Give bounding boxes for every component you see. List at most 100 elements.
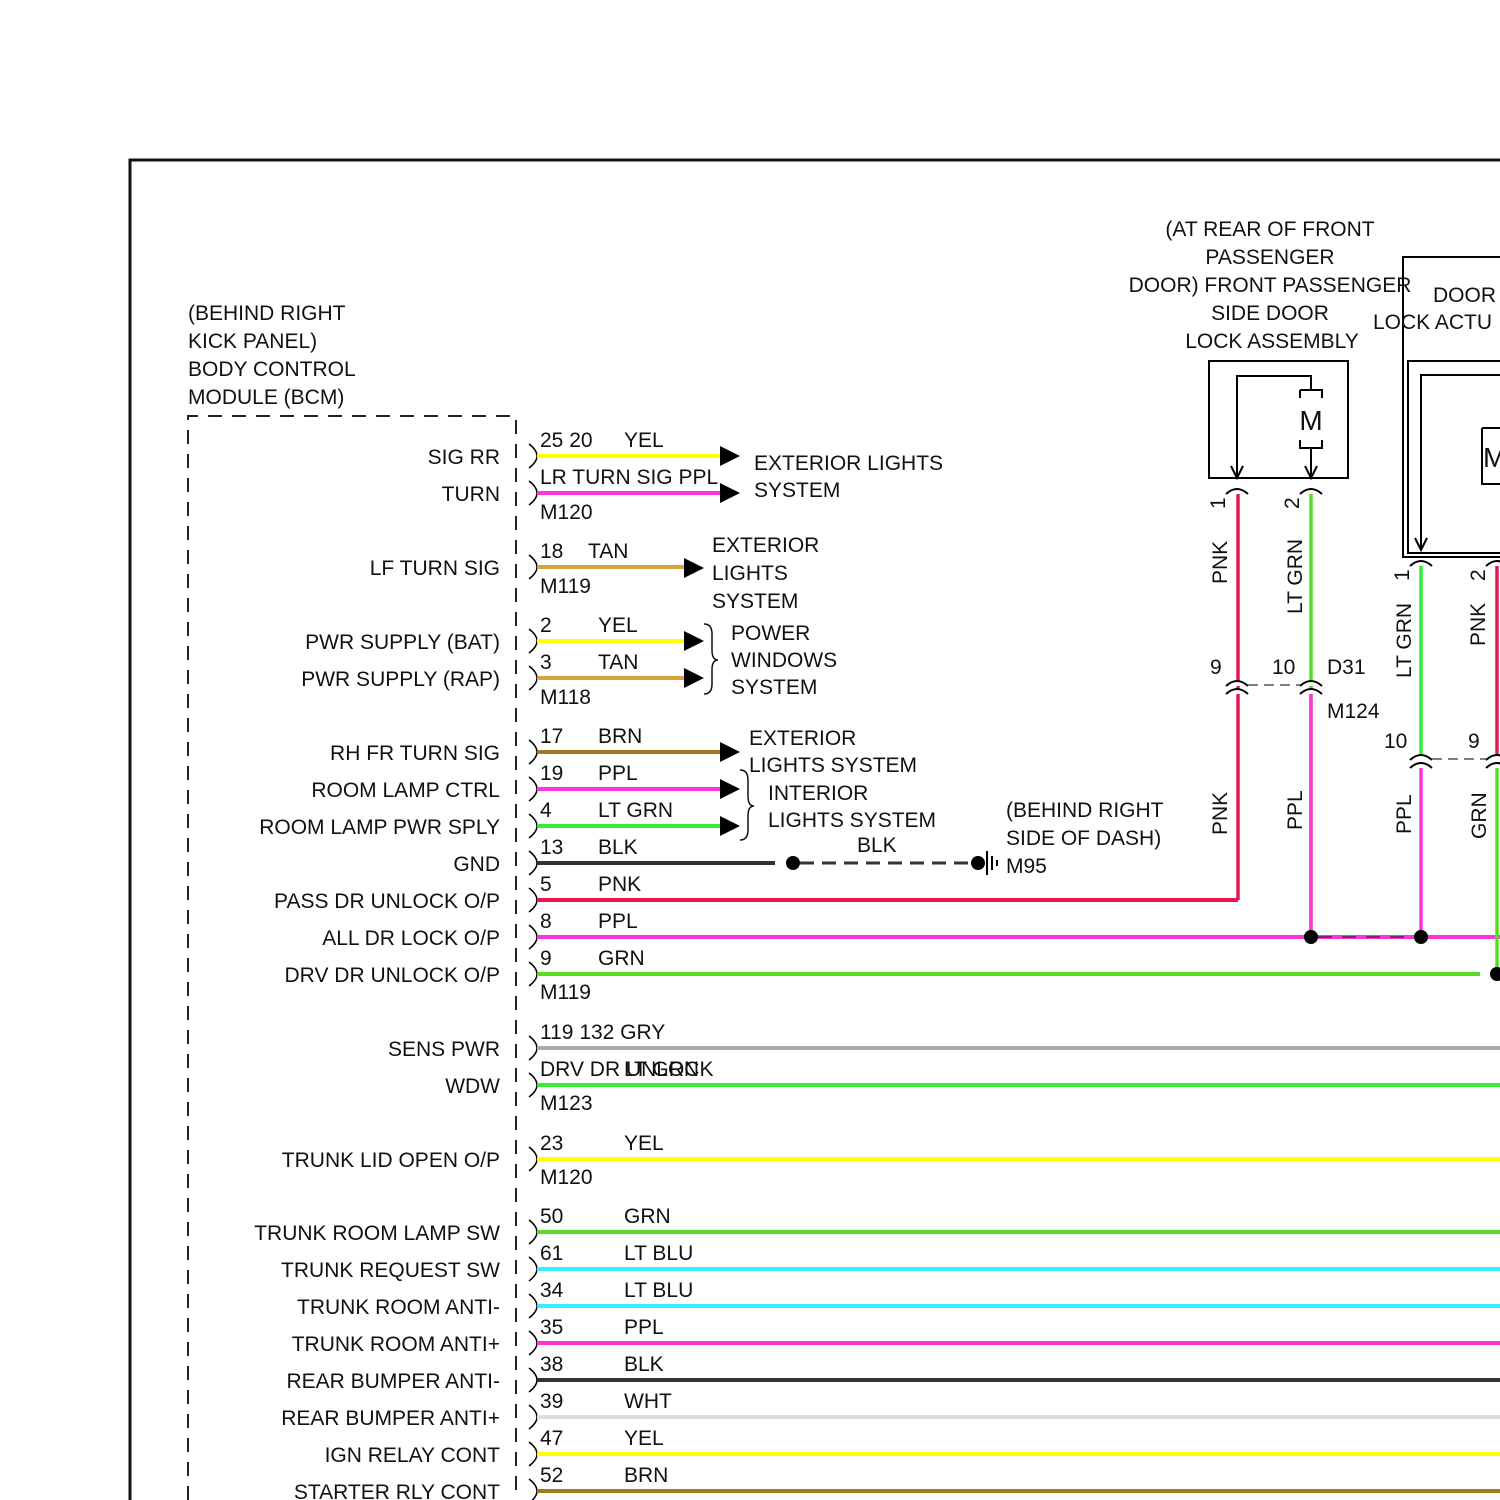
connector-terminal-mark	[528, 1035, 538, 1061]
pin-number: 19	[540, 762, 563, 785]
svg-text:EXTERIOR: EXTERIOR	[749, 727, 856, 750]
wiring-diagram: (BEHIND RIGHT KICK PANEL) BODY CONTROL M…	[128, 158, 1500, 1500]
brace-power-windows	[703, 623, 719, 695]
svg-text:LOCK ASSEMBLY: LOCK ASSEMBLY	[1185, 330, 1359, 353]
pin-number: 23	[540, 1132, 563, 1155]
bcm-pin-label: TURN	[442, 483, 500, 506]
pin-number: 50	[540, 1205, 563, 1228]
bcm-pin-label: IGN RELAY CONT	[325, 1444, 501, 1467]
bcm-pin-label: ROOM LAMP CTRL	[311, 779, 500, 802]
connector-terminal-mark	[528, 1367, 538, 1393]
connector-terminal-mark	[528, 1256, 538, 1282]
bcm-pin-label: PWR SUPPLY (BAT)	[305, 631, 500, 654]
connector-terminal-mark	[528, 1478, 538, 1500]
svg-text:2: 2	[1281, 497, 1304, 509]
wire-color-name: GRN	[598, 947, 645, 970]
wire-color-name: BRN	[598, 725, 642, 748]
svg-text:2: 2	[1467, 569, 1490, 581]
pin-number: 13	[540, 836, 563, 859]
bcm-pin-label: RH FR TURN SIG	[330, 742, 500, 765]
brace-interior-lights	[739, 769, 755, 841]
connector-terminal-mark	[528, 1330, 538, 1356]
svg-text:DOOR) FRONT PASSENGER: DOOR) FRONT PASSENGER	[1129, 274, 1412, 297]
wire-color-name: PNK	[598, 873, 641, 896]
wire-color-name: TAN	[598, 651, 638, 674]
wire-color-name: LT BLU	[624, 1242, 693, 1265]
connector-terminal-mark	[528, 813, 538, 839]
svg-text:M: M	[1483, 442, 1500, 473]
pin-number: 34	[540, 1279, 564, 1302]
connector-terminal-mark	[528, 665, 538, 691]
svg-text:10: 10	[1272, 656, 1295, 679]
svg-text:EXTERIOR LIGHTS: EXTERIOR LIGHTS	[754, 452, 943, 475]
svg-text:BODY CONTROL: BODY CONTROL	[188, 358, 356, 381]
wire-color-name: PPL	[598, 910, 638, 933]
bcm-pin-label: ROOM LAMP PWR SPLY	[259, 816, 500, 839]
connector-terminal-mark	[528, 739, 538, 765]
connector-terminal-mark	[528, 1293, 538, 1319]
bcm-title: (BEHIND RIGHT KICK PANEL) BODY CONTROL M…	[188, 302, 356, 409]
door-lock-actuator: DOOR LOCK ACTU M 1 2 LT GRN PNK 10 9 PPL…	[1318, 256, 1500, 981]
svg-text:M123: M123	[540, 1092, 593, 1115]
bcm-pin-label: WDW	[445, 1075, 500, 1098]
svg-text:1: 1	[1391, 569, 1414, 581]
svg-text:DOOR: DOOR	[1433, 284, 1496, 307]
front-passenger-lock-assembly: (AT REAR OF FRONT PASSENGER DOOR) FRONT …	[1129, 218, 1412, 944]
pin-number: 119 132 GRY	[540, 1021, 665, 1044]
pin-number: 18	[540, 540, 563, 563]
wire-color-name: BRN	[624, 1464, 668, 1487]
svg-text:D31: D31	[1327, 656, 1366, 679]
bcm-pin-label: SIG RR	[428, 446, 500, 469]
connector-terminal-mark	[528, 850, 538, 876]
svg-text:SIDE DOOR: SIDE DOOR	[1211, 302, 1329, 325]
bcm-pin-label: LF TURN SIG	[370, 557, 500, 580]
pin-number: LR TURN SIG PPL	[540, 466, 718, 489]
wire-color-name: BLK	[598, 836, 638, 859]
svg-text:LOCK ACTU: LOCK ACTU	[1373, 311, 1492, 334]
svg-text:LIGHTS: LIGHTS	[712, 562, 788, 585]
bcm-wires: 25 20 YELLR TURN SIG PPL18 TAN2 YEL3 TAN17 BR…	[528, 429, 1500, 1500]
pin-number: 9	[540, 947, 552, 970]
ground-id: M95	[1006, 855, 1047, 878]
connector-terminal-mark	[528, 1441, 538, 1467]
wire-color-name: TAN	[588, 540, 628, 563]
connector-terminal-mark	[528, 554, 538, 580]
svg-text:SIDE OF DASH): SIDE OF DASH)	[1006, 827, 1161, 850]
bcm-pin-label: TRUNK REQUEST SW	[281, 1259, 500, 1282]
bcm-pin-label: PWR SUPPLY (RAP)	[301, 668, 500, 691]
wire-color-name: LT BLU	[624, 1279, 693, 1302]
wire-color-name: PPL	[624, 1316, 664, 1339]
bcm-pin-label: TRUNK ROOM ANTI-	[297, 1296, 500, 1319]
pin-number: 8	[540, 910, 552, 933]
svg-text:(BEHIND RIGHT: (BEHIND RIGHT	[188, 302, 346, 325]
bcm-pin-label: REAR BUMPER ANTI-	[286, 1370, 500, 1393]
bcm-pin-label: SENS PWR	[388, 1038, 500, 1061]
svg-text:PNK: PNK	[1209, 792, 1232, 835]
bcm-pin-label: REAR BUMPER ANTI+	[281, 1407, 500, 1430]
bcm-pin-label: TRUNK ROOM ANTI+	[292, 1333, 500, 1356]
svg-text:MODULE (BCM): MODULE (BCM)	[188, 386, 344, 409]
svg-text:(AT REAR OF FRONT: (AT REAR OF FRONT	[1165, 218, 1374, 241]
wire-color-name: PPL	[598, 762, 638, 785]
pin-number: 5	[540, 873, 552, 896]
pin-number: 3	[540, 651, 552, 674]
bcm-pin-label: DRV DR UNLOCK O/P	[285, 964, 501, 987]
connector-terminal-mark	[528, 443, 538, 469]
svg-text:LT GRN: LT GRN	[1393, 603, 1416, 678]
wire-color-name: YEL	[598, 614, 638, 637]
pin-number: 4	[540, 799, 552, 822]
pin-number: 35	[540, 1316, 563, 1339]
connector-terminal-mark	[528, 1404, 538, 1430]
svg-text:POWER: POWER	[731, 622, 810, 645]
connector-terminal-mark	[528, 961, 538, 987]
svg-text:LT GRN: LT GRN	[1284, 539, 1307, 614]
pin-number: 17	[540, 725, 563, 748]
pin-number: 2	[540, 614, 552, 637]
motor-symbol: M	[1299, 405, 1322, 436]
pin-number: 52	[540, 1464, 563, 1487]
svg-text:M120: M120	[540, 1166, 593, 1189]
wire-color-name: YEL	[624, 1427, 664, 1450]
bcm-pin-label: TRUNK ROOM LAMP SW	[254, 1222, 500, 1245]
connector-terminal-mark	[528, 924, 538, 950]
connector-terminal-mark	[528, 628, 538, 654]
